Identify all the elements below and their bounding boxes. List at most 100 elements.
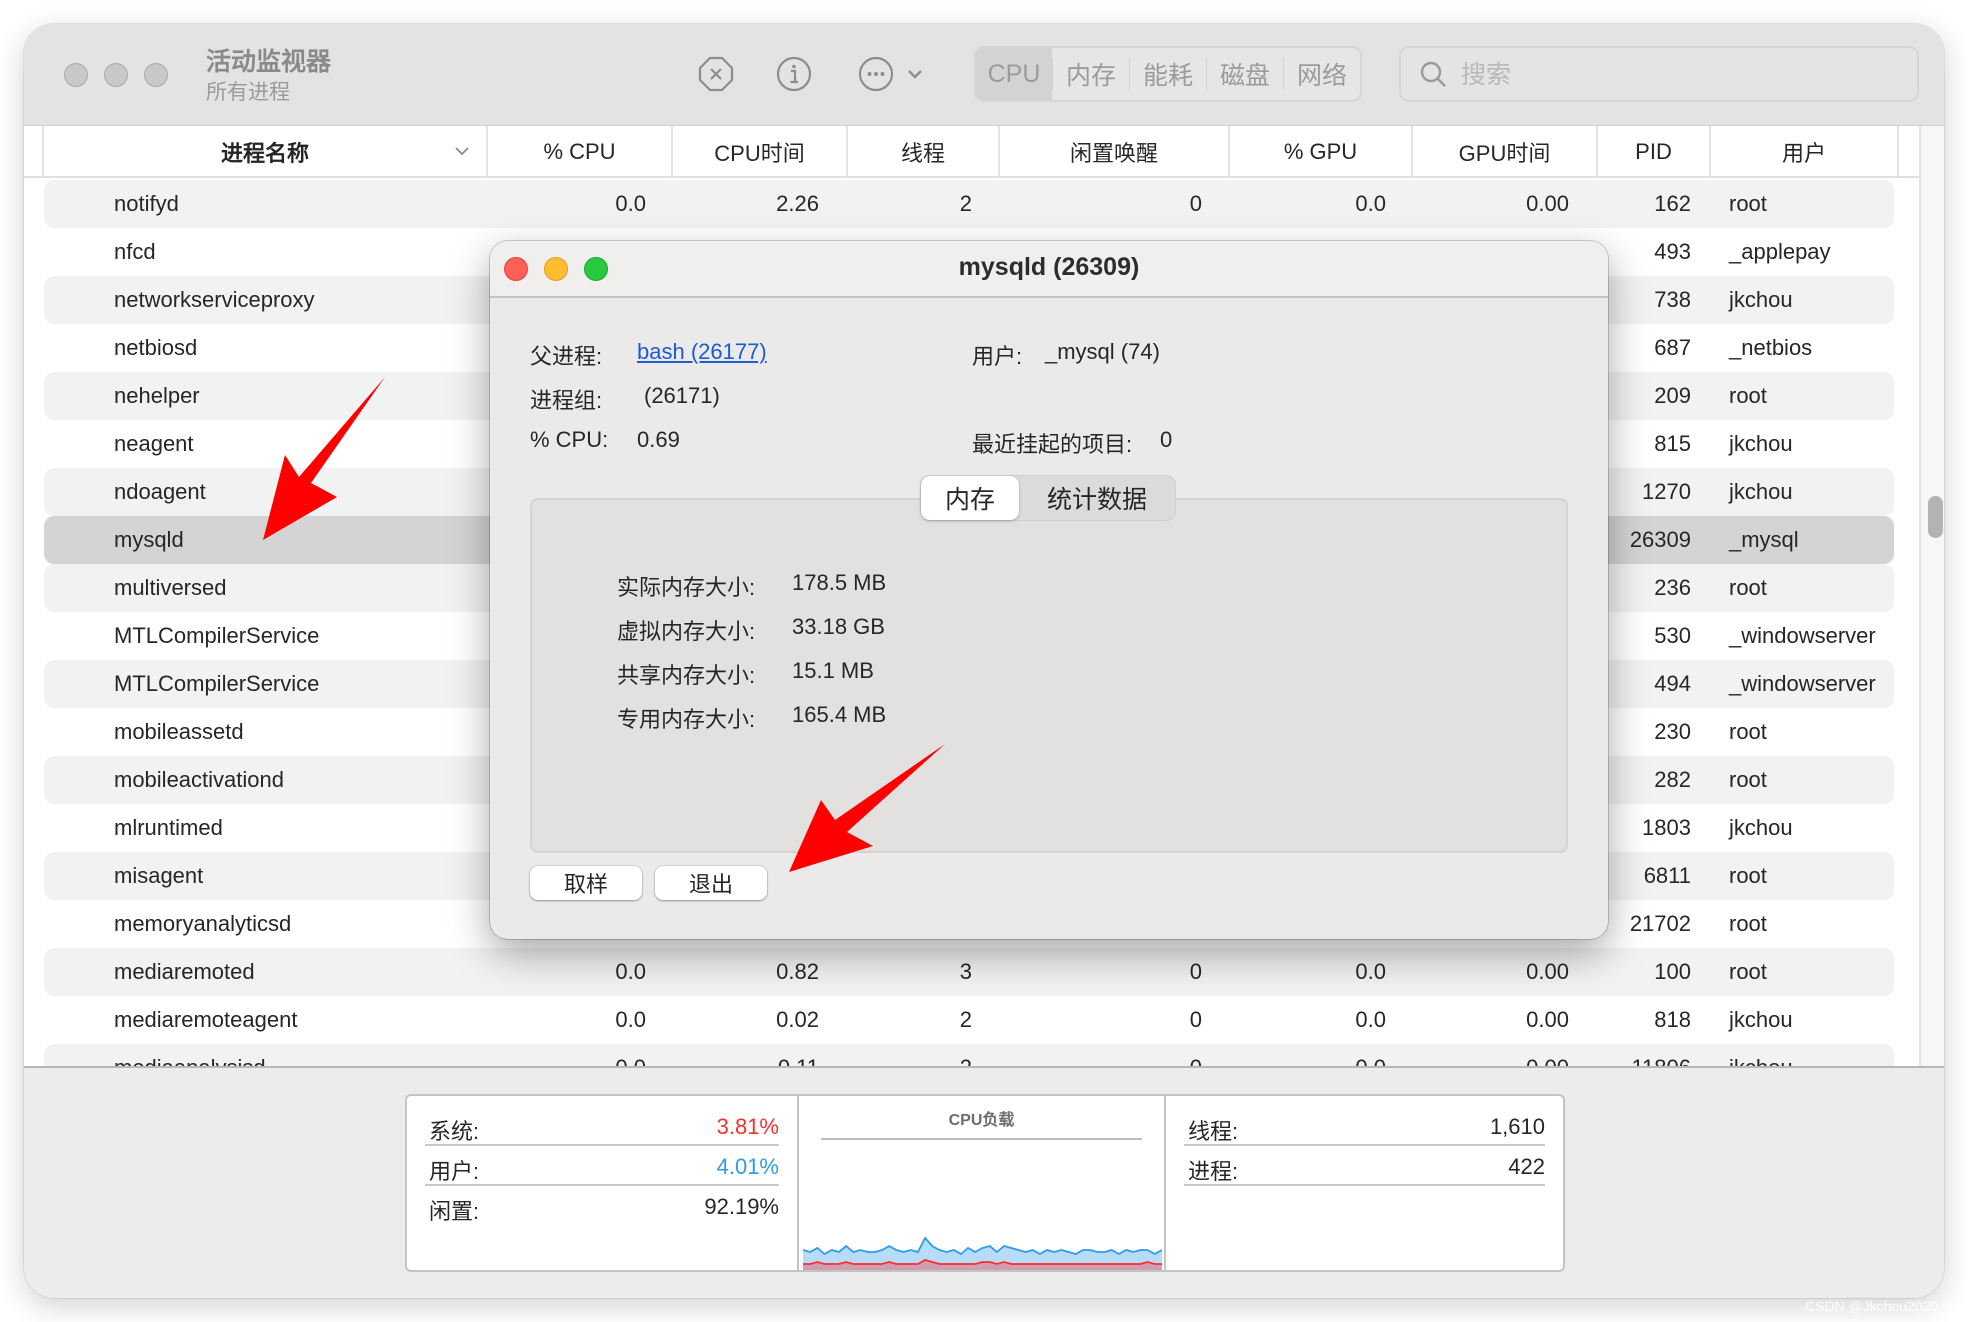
cell-idle-wakeups: 0	[998, 1044, 1202, 1066]
cell-name: ndoagent	[114, 479, 206, 504]
cell-idle-wakeups: 0	[1189, 959, 1202, 984]
group-label: 进程组:	[530, 388, 603, 413]
cell-pid: 11806	[1596, 1044, 1691, 1066]
tab-statistics[interactable]: 统计数据	[1019, 476, 1175, 520]
cell-pid: 687	[1654, 335, 1691, 360]
sample-button[interactable]: 取样	[530, 866, 642, 900]
cell-pid: 26309	[1629, 527, 1691, 552]
chevron-down-icon[interactable]	[906, 56, 924, 92]
column-header-threads[interactable]: 线程	[846, 126, 998, 178]
cpu-value: 0.69	[637, 427, 680, 452]
virtual-memory-row: 虚拟内存大小: 33.18 GB	[617, 614, 885, 646]
column-header-gpu[interactable]: % GPU	[1228, 126, 1411, 178]
vertical-scrollbar[interactable]	[1919, 126, 1944, 1066]
cell-cpu-time: 0.02	[776, 1007, 819, 1032]
column-header-process-name[interactable]: 进程名称	[42, 126, 486, 178]
cell-idle-wakeups: 0	[1189, 1007, 1202, 1032]
cell-user: jkchou	[1729, 1044, 1899, 1066]
processes-label: 进程:	[1188, 1159, 1239, 1184]
cpu-label: % CPU:	[530, 427, 609, 452]
table-row[interactable]: mediaanalysisd0.00.11200.00.0011806jkcho…	[44, 1044, 1894, 1066]
cell-cpu: 0.0	[615, 191, 646, 216]
column-header-pid[interactable]: PID	[1596, 126, 1709, 178]
cell-pid: 815	[1654, 431, 1691, 456]
cell-pid: 236	[1654, 575, 1691, 600]
scrollbar-thumb[interactable]	[1928, 496, 1943, 538]
more-actions-icon[interactable]	[858, 56, 894, 92]
cell-name: MTLCompilerService	[114, 671, 320, 696]
cell-user: root	[1729, 575, 1767, 600]
search-input[interactable]	[1461, 56, 1901, 94]
column-header-user[interactable]: 用户	[1709, 126, 1899, 178]
tab-energy[interactable]: 能耗	[1129, 58, 1206, 90]
cell-gpu: 0.0	[1228, 1044, 1386, 1066]
info-icon[interactable]	[776, 56, 812, 92]
cell-user: root	[1729, 767, 1767, 792]
cell-name: notifyd	[114, 191, 179, 216]
table-row[interactable]: mediaremoted 0.0 0.82 3 0 0.0 0.00 100 root	[44, 948, 1894, 996]
dialog-title: mysqld (26309)	[958, 253, 1140, 281]
idle-stat: 闲置: 92.19%	[425, 1186, 779, 1226]
parent-process-link[interactable]: bash (26177)	[637, 339, 767, 365]
cpu-load-graph: CPU负载	[797, 1096, 1164, 1270]
tab-memory[interactable]: 内存	[921, 476, 1019, 520]
cell-user: jkchou	[1729, 1007, 1793, 1032]
quit-button[interactable]: 退出	[655, 866, 767, 900]
column-header-idle-wakeups[interactable]: 闲置唤醒	[998, 126, 1228, 178]
cell-name: misagent	[114, 863, 204, 888]
table-row[interactable]: mediaremoteagent 0.0 0.02 2 0 0.0 0.00 818 jkcho…	[44, 996, 1894, 1044]
tab-memory[interactable]: 内存	[1052, 58, 1129, 90]
watermark: CSDN @Jkchou2020	[1805, 1298, 1939, 1314]
cell-name: multiversed	[114, 575, 227, 600]
cell-idle-wakeups: 0	[1189, 191, 1202, 216]
cell-gpu-time: 0.00	[1526, 1007, 1569, 1032]
cell-name: netbiosd	[114, 335, 198, 360]
stop-process-icon[interactable]	[698, 56, 734, 92]
cell-pid: 1270	[1642, 479, 1691, 504]
cell-cpu-time: 0.11	[671, 1044, 819, 1066]
cell-name: nehelper	[114, 383, 200, 408]
minimize-window-button[interactable]	[104, 63, 128, 87]
cell-user: _netbios	[1729, 335, 1813, 360]
cpu-usage-summary: 系统: 3.81% 用户: 4.01% 闲置: 92.19%	[407, 1096, 797, 1270]
mem-label: 专用内存大小:	[617, 707, 756, 732]
cell-cpu-time: 0.82	[776, 959, 819, 984]
shared-memory-row: 共享内存大小: 15.1 MB	[617, 658, 874, 690]
group-value: (26171)	[644, 383, 720, 408]
table-header: 进程名称 % CPU CPU时间 线程 闲置唤醒 % GPU GPU时间 PID…	[24, 126, 1919, 178]
column-header-cpu[interactable]: % CPU	[486, 126, 671, 178]
cell-pid: 530	[1654, 623, 1691, 648]
user-label: 用户:	[972, 344, 1023, 369]
dialog-titlebar: mysqld (26309)	[490, 241, 1608, 298]
toolbar: 活动监视器 所有进程 CPU 内存 能耗 磁盘 网络	[24, 24, 1944, 126]
tab-network[interactable]: 网络	[1283, 58, 1360, 90]
column-header-cpu-time[interactable]: CPU时间	[671, 126, 846, 178]
cell-name: mysqld	[114, 527, 184, 552]
cell-user: root	[1729, 959, 1767, 984]
threads-value: 1,610	[1489, 1114, 1545, 1139]
table-row[interactable]: notifyd 0.0 2.26 2 0 0.0 0.00 162 root	[44, 180, 1894, 228]
summary-panel: 系统: 3.81% 用户: 4.01% 闲置: 92.19% CPU负载 线程:…	[24, 1066, 1944, 1298]
close-window-button[interactable]	[64, 63, 88, 87]
cpu-load-chart	[803, 1236, 1162, 1270]
app-subtitle: 所有进程	[206, 81, 290, 104]
processes-stat: 进程: 422	[1184, 1146, 1545, 1186]
recent-hangs-label: 最近挂起的项目:	[972, 432, 1133, 457]
tab-cpu[interactable]: CPU	[976, 48, 1052, 100]
search-icon	[1420, 61, 1446, 87]
system-label: 系统:	[429, 1119, 480, 1144]
search-field[interactable]	[1399, 46, 1919, 102]
cell-gpu-time: 0.00	[1526, 959, 1569, 984]
column-header-gpu-time[interactable]: GPU时间	[1411, 126, 1596, 178]
cell-threads: 3	[959, 959, 972, 984]
cell-pid: 100	[1654, 959, 1691, 984]
tab-disk[interactable]: 磁盘	[1206, 58, 1283, 90]
cell-user: _windowserver	[1729, 623, 1876, 648]
mem-value: 15.1 MB	[792, 658, 874, 683]
cell-user: root	[1729, 863, 1767, 888]
cell-pid: 230	[1654, 719, 1691, 744]
cell-pid: 738	[1654, 287, 1691, 312]
cell-cpu-time: 2.26	[776, 191, 819, 216]
cell-pid: 162	[1654, 191, 1691, 216]
zoom-window-button[interactable]	[144, 63, 168, 87]
